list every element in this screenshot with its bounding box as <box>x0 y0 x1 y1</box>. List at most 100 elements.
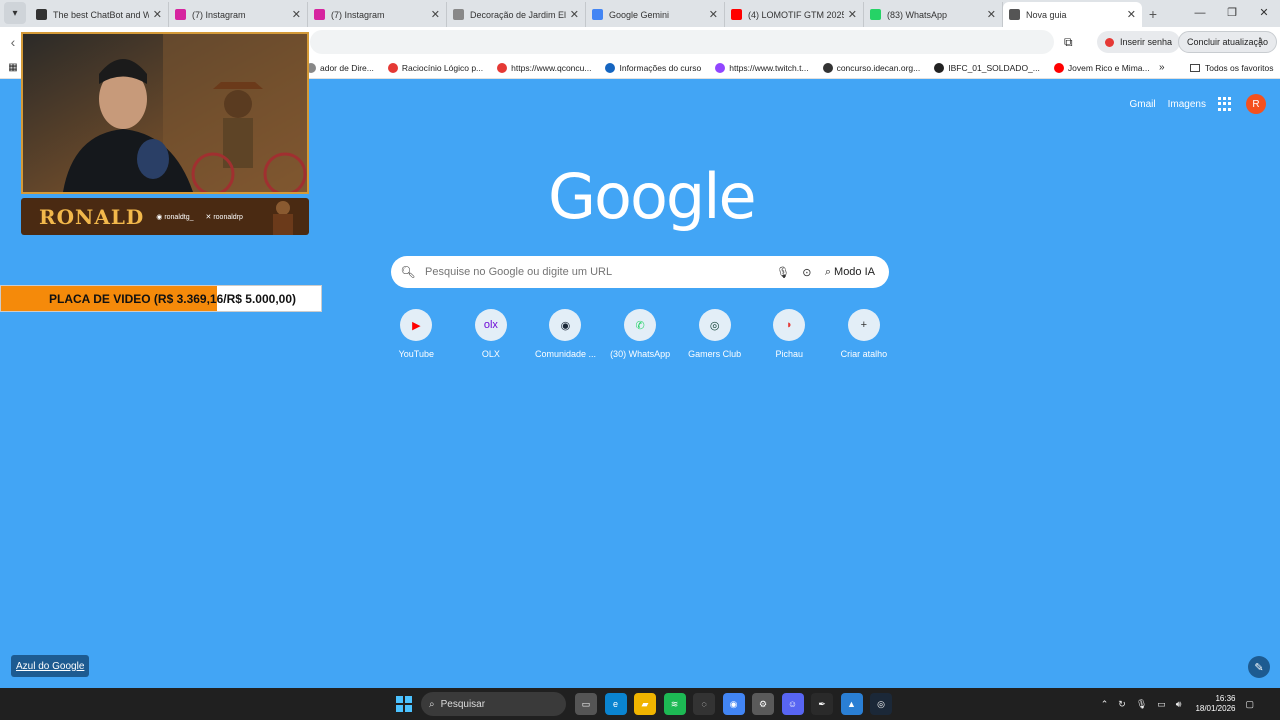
shortcut-0[interactable]: ▶ YouTube <box>379 309 454 359</box>
olx-icon: olx <box>474 309 507 341</box>
shortcut-2[interactable]: ◉ Comunidade ... <box>528 309 603 359</box>
bookmark-2[interactable]: https://www.qconcu... <box>497 62 591 73</box>
address-bar[interactable] <box>310 30 1054 54</box>
pichau-icon: ◗ <box>773 309 806 341</box>
close-tab-icon[interactable]: ✕ <box>987 8 996 21</box>
tab-2[interactable]: (7) Instagram ✕ <box>308 2 447 27</box>
password-button[interactable]: Inserir senha <box>1097 31 1181 53</box>
shortcuts-grid: ▶ YouTube olx OLX ◉ Comunidade ... ✆ (30) Whats… <box>379 309 901 359</box>
close-tab-icon[interactable]: ✕ <box>431 8 440 21</box>
steam-icon[interactable]: ◎ <box>870 693 892 715</box>
shortcut-4[interactable]: ◎ Gamers Club <box>677 309 752 359</box>
shortcut-6[interactable]: + Criar atalho <box>827 309 902 359</box>
bookmark-4[interactable]: https://www.twitch.t... <box>715 62 809 73</box>
close-tab-icon[interactable]: ✕ <box>292 8 301 21</box>
tab-1[interactable]: (7) Instagram ✕ <box>169 2 308 27</box>
close-tab-icon[interactable]: ✕ <box>570 8 579 21</box>
account-avatar[interactable]: R <box>1246 94 1266 114</box>
google-lens-icon[interactable]: ⊙ <box>795 266 819 279</box>
windows-start-icon[interactable] <box>396 696 412 712</box>
whatsapp-icon: ✆ <box>624 309 657 341</box>
restore-button[interactable]: ❐ <box>1216 0 1248 27</box>
obs-icon[interactable]: ◌ <box>693 693 715 715</box>
ai-mode-button[interactable]: ⌕ Modo IA <box>825 266 875 279</box>
clock[interactable]: 16:36 18/01/2026 <box>1195 694 1235 714</box>
search-input[interactable] <box>425 266 771 278</box>
gmail-link[interactable]: Gmail <box>1130 99 1156 110</box>
tab-title: Nova guia <box>1026 9 1067 20</box>
steam-icon: ◉ <box>549 309 582 341</box>
microphone-icon[interactable]: 🎙︎ <box>771 266 795 279</box>
notifications-icon[interactable]: ▢ <box>1245 699 1254 710</box>
ai-search-icon: ⌕ <box>824 265 832 278</box>
window-controls: — ❐ ✕ <box>1184 0 1280 27</box>
minimize-button[interactable]: — <box>1184 0 1216 27</box>
shortcut-3[interactable]: ✆ (30) WhatsApp <box>603 309 678 359</box>
all-bookmarks-button[interactable]: Todos os favoritos <box>1190 63 1274 73</box>
tab-5[interactable]: (4) LOMOTIF GTM 2025 2 ✕ <box>725 2 864 27</box>
close-window-button[interactable]: ✕ <box>1248 0 1280 27</box>
close-tab-icon[interactable]: ✕ <box>1127 8 1136 21</box>
task-view-icon[interactable]: ▭ <box>575 693 597 715</box>
shortcut-label: OLX <box>481 349 500 359</box>
shortcut-label: Gamers Club <box>688 349 742 359</box>
tab-search-button[interactable]: ▾ <box>4 2 26 24</box>
google-header: Gmail Imagens R <box>1130 94 1280 114</box>
instagram-icon <box>175 9 186 20</box>
spotify-icon[interactable]: ≋ <box>663 693 686 715</box>
shortcut-label: Criar atalho <box>840 349 888 359</box>
google-apps-icon[interactable] <box>1218 97 1232 111</box>
pen-tool-icon[interactable]: ✒ <box>811 693 833 715</box>
settings-icon[interactable]: ⚙ <box>752 693 774 715</box>
shortcut-5[interactable]: ◗ Pichau <box>752 309 827 359</box>
bookmark-6[interactable]: IBFC_01_SOLDADO_... <box>934 62 1040 73</box>
close-tab-icon[interactable]: ✕ <box>709 8 718 21</box>
chatbot-icon <box>36 9 47 20</box>
search-box[interactable]: 🔍︎ 🎙︎ ⊙ ⌕ Modo IA <box>391 256 889 288</box>
bookmark-favicon-icon <box>387 62 398 73</box>
menu-icon[interactable]: ⋮ <box>1254 31 1270 53</box>
bookmark-5[interactable]: concurso.idecan.org... <box>822 62 920 73</box>
images-link[interactable]: Imagens <box>1168 99 1206 110</box>
bookmark-favicon-icon <box>1053 62 1064 73</box>
bookmark-3[interactable]: Informações do curso <box>605 62 701 73</box>
folder-icon <box>1190 63 1200 72</box>
tray-overflow-icon[interactable]: ⌃ <box>1101 699 1109 710</box>
volume-icon[interactable]: 🔊︎ <box>1176 699 1182 710</box>
bookmark-favicon-icon <box>605 62 616 73</box>
system-tray: ⌃ ↻ 🎙︎ ▭ 🔊︎ 16:36 18/01/2026 ▢ <box>1091 688 1254 720</box>
tab-6[interactable]: (83) WhatsApp ✕ <box>864 2 1003 27</box>
customize-pencil-icon[interactable]: ✎ <box>1248 656 1270 678</box>
chrome-icon[interactable]: ◉ <box>722 693 745 715</box>
close-tab-icon[interactable]: ✕ <box>848 8 857 21</box>
network-icon[interactable]: ▭ <box>1157 699 1166 710</box>
photos-icon[interactable]: ▲ <box>840 693 863 715</box>
taskbar-search[interactable]: ⌕ Pesquisar <box>421 692 566 716</box>
chrome-icon <box>1009 9 1020 20</box>
extensions-icon[interactable]: ⧉ <box>1064 31 1082 53</box>
tab-0[interactable]: The best ChatBot and W... ✕ <box>30 2 169 27</box>
bookmark-0[interactable]: ador de Dire... <box>306 62 374 73</box>
shortcut-label: Comunidade ... <box>534 349 596 359</box>
tab-3[interactable]: Decoração de Jardim Eleg ✕ <box>447 2 586 27</box>
file-explorer-icon[interactable]: ▰ <box>634 693 656 715</box>
bookmark-7[interactable]: Jovem Rico e Mima... <box>1053 62 1150 73</box>
tab-title: (83) WhatsApp <box>887 9 948 20</box>
sync-icon[interactable]: ↻ <box>1118 699 1126 710</box>
tab-4[interactable]: Google Gemini ✕ <box>586 2 725 27</box>
new-tab-button[interactable]: + <box>1142 6 1164 22</box>
microphone-tray-icon[interactable]: 🎙︎ <box>1136 699 1147 710</box>
bookmark-label: https://www.twitch.t... <box>729 62 809 73</box>
google-logo: Google <box>548 160 757 233</box>
streamer-banner: RONALD ◉ ronaldtg_ ✕ roonaldrp <box>21 198 309 235</box>
more-bookmarks-icon[interactable]: » <box>1159 62 1165 73</box>
shortcut-1[interactable]: olx OLX <box>454 309 529 359</box>
bookmark-1[interactable]: Raciocínio Lógico p... <box>387 62 483 73</box>
close-tab-icon[interactable]: ✕ <box>153 8 162 21</box>
goal-text: PLACA DE VIDEO (R$ 3.369,16/R$ 5.000,00) <box>49 291 296 306</box>
edge-icon[interactable]: e <box>604 693 627 715</box>
bookmark-favicon-icon <box>934 62 945 73</box>
discord-icon[interactable]: ☺ <box>781 693 804 715</box>
theme-button[interactable]: Azul do Google <box>11 655 90 677</box>
tab-7[interactable]: Nova guia ✕ <box>1003 2 1142 27</box>
